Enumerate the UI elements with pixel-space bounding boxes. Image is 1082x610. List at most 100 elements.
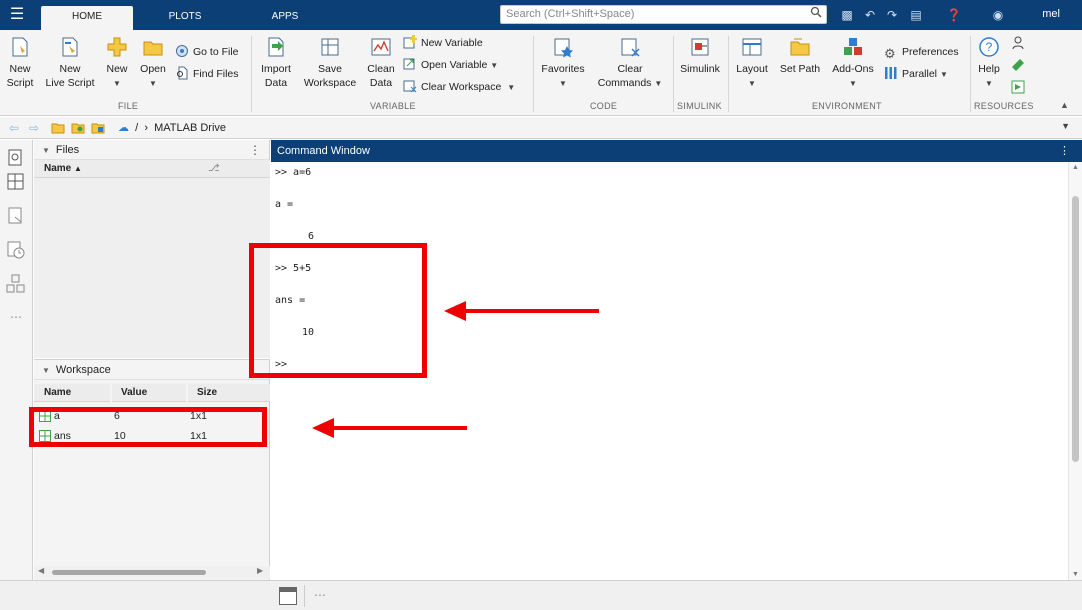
workspace-panel-header[interactable]: ▼ Workspace [34,360,269,380]
collapse-icon[interactable]: ▼ [42,366,50,375]
files-panel-title: Files [55,144,80,156]
tab-home[interactable]: HOME [41,6,133,30]
go-to-file-icon [176,45,188,57]
command-window-menu-icon[interactable]: ⋮ [1059,140,1070,162]
files-panel-menu-icon[interactable]: ⋮ [249,140,261,160]
new-variable-label: New Variable [421,37,483,49]
tab-apps[interactable]: APPS [248,6,322,30]
workspace-value-column-header[interactable]: Value [112,384,186,402]
import-data-label-2: Data [264,77,288,89]
back-arrow-icon[interactable]: ⇦ [6,120,22,136]
files-list[interactable] [34,178,270,358]
save-icon[interactable]: ▩ [839,6,855,24]
find-files-button[interactable]: Find Files [175,65,239,83]
new-live-script-button[interactable]: New Live Script [42,36,98,90]
hamburger-icon[interactable]: ☰ [4,4,30,26]
more-options-icon[interactable]: ⋯ [314,588,326,602]
files-panel-icon[interactable] [6,148,26,168]
collapse-icon[interactable]: ▼ [42,146,50,155]
address-dropdown-icon[interactable]: ▼ [1061,121,1070,131]
highlight-box-command [249,243,427,378]
new-script-button[interactable]: New Script [4,36,36,90]
editor-panel-icon[interactable] [6,206,26,226]
scroll-right-icon[interactable]: ▶ [257,566,263,575]
files-name-column-header[interactable]: Name ▲ ⎇ [34,160,270,178]
import-data-label-1: Import [261,63,291,75]
vertical-scrollbar[interactable]: ▲ ▼ [1068,162,1082,580]
favorites-icon [554,38,573,58]
arrow-shaft [462,309,599,313]
scroll-down-icon[interactable]: ▼ [1072,571,1079,578]
source-control-icon[interactable]: ⎇ [208,160,220,178]
clear-commands-button[interactable]: Clear Commands ▼ [594,36,666,91]
open-button[interactable]: Open ▼ [137,36,169,91]
user-menu[interactable]: mel [1042,8,1060,20]
tab-plots[interactable]: PLOTS [148,6,222,30]
history-panel-icon[interactable] [6,240,26,260]
section-file-label: FILE [118,101,139,111]
workspace-name-column-header[interactable]: Name [34,384,110,402]
undo-icon[interactable]: ↶ [862,6,878,24]
collapse-ribbon-icon[interactable]: ▲ [1060,100,1069,110]
new-variable-button[interactable]: New Variable [403,34,483,52]
horizontal-scrollbar[interactable]: ◀ ▶ [34,566,270,579]
workspace-size-column-header[interactable]: Size [188,384,270,402]
open-variable-icon [403,58,415,70]
find-files-icon [177,66,188,80]
workspace-panel-icon[interactable] [6,172,26,192]
favorites-button[interactable]: Favorites ▼ [538,36,588,91]
clean-data-button[interactable]: Clean Data [364,36,398,90]
new-variable-icon [403,35,417,49]
parallel-button[interactable]: Parallel ▼ [884,65,948,83]
simulink-button[interactable]: Simulink [677,36,723,76]
add-ons-button[interactable]: Add-Ons ▼ [828,36,878,91]
more-panels-icon[interactable]: ⋯ [6,310,26,330]
drive-folder-icon[interactable] [90,120,106,136]
redo-icon[interactable]: ↷ [884,6,900,24]
search-input[interactable]: Search (Ctrl+Shift+Space) [500,5,827,24]
svg-text:?: ? [986,40,993,54]
switch-windows-icon[interactable]: ▤ [908,6,924,24]
up-folder-icon[interactable] [50,120,66,136]
open-variable-button[interactable]: Open Variable ▼ [403,56,498,74]
current-folder-path[interactable]: ☁ / › MATLAB Drive [118,120,226,136]
search-icon[interactable] [810,6,824,22]
layout-button[interactable]: Layout ▼ [733,36,771,91]
learn-matlab-icon[interactable] [1010,79,1026,95]
clear-workspace-icon [403,80,417,93]
request-support-icon[interactable] [1010,57,1026,73]
files-panel-header[interactable]: ▼ Files ⋮ [34,140,269,160]
community-icon[interactable] [1010,35,1026,51]
clear-workspace-button[interactable]: Clear Workspace ▼ [403,78,515,96]
new-button[interactable]: New ▼ [102,36,132,91]
notifications-icon[interactable]: ◉ [990,6,1006,24]
import-data-button[interactable]: Import Data [256,36,296,90]
help-icon[interactable]: ❓ [946,6,962,24]
path-location: MATLAB Drive [154,122,227,134]
import-data-icon [268,37,284,57]
arrow-shaft [330,426,467,430]
scrollbar-thumb[interactable] [52,570,206,575]
add-ons-panel-icon[interactable] [6,274,26,294]
command-window-header[interactable]: Command Window ⋮ [271,140,1082,162]
favorites-label: Favorites [541,63,585,75]
side-panel-strip: ⋯ [0,140,33,580]
preferences-button[interactable]: ⚙ Preferences [884,43,959,61]
workspace-size-column-label: Size [197,387,218,398]
save-workspace-label-2: Workspace [303,77,357,89]
save-workspace-button[interactable]: Save Workspace [300,36,360,90]
minimized-window-icon[interactable] [279,587,297,605]
scroll-left-icon[interactable]: ◀ [38,566,44,575]
section-resources-label: RESOURCES [974,101,1034,111]
workspace-panel: ▼ Workspace Name Value Size a 6 1x1 ans 1… [34,359,270,580]
forward-arrow-icon[interactable]: ⇨ [26,120,42,136]
ribbon-divider [251,36,252,112]
scroll-up-icon[interactable]: ▲ [1072,164,1079,171]
help-button[interactable]: ? Help ▼ [975,36,1003,91]
save-workspace-label-1: Save [318,63,342,75]
scrollbar-thumb[interactable] [1072,196,1079,462]
set-path-button[interactable]: Set Path [777,36,823,76]
ribbon-divider [673,36,674,112]
go-to-file-button[interactable]: Go to File [175,43,239,61]
browse-folder-icon[interactable] [70,120,86,136]
